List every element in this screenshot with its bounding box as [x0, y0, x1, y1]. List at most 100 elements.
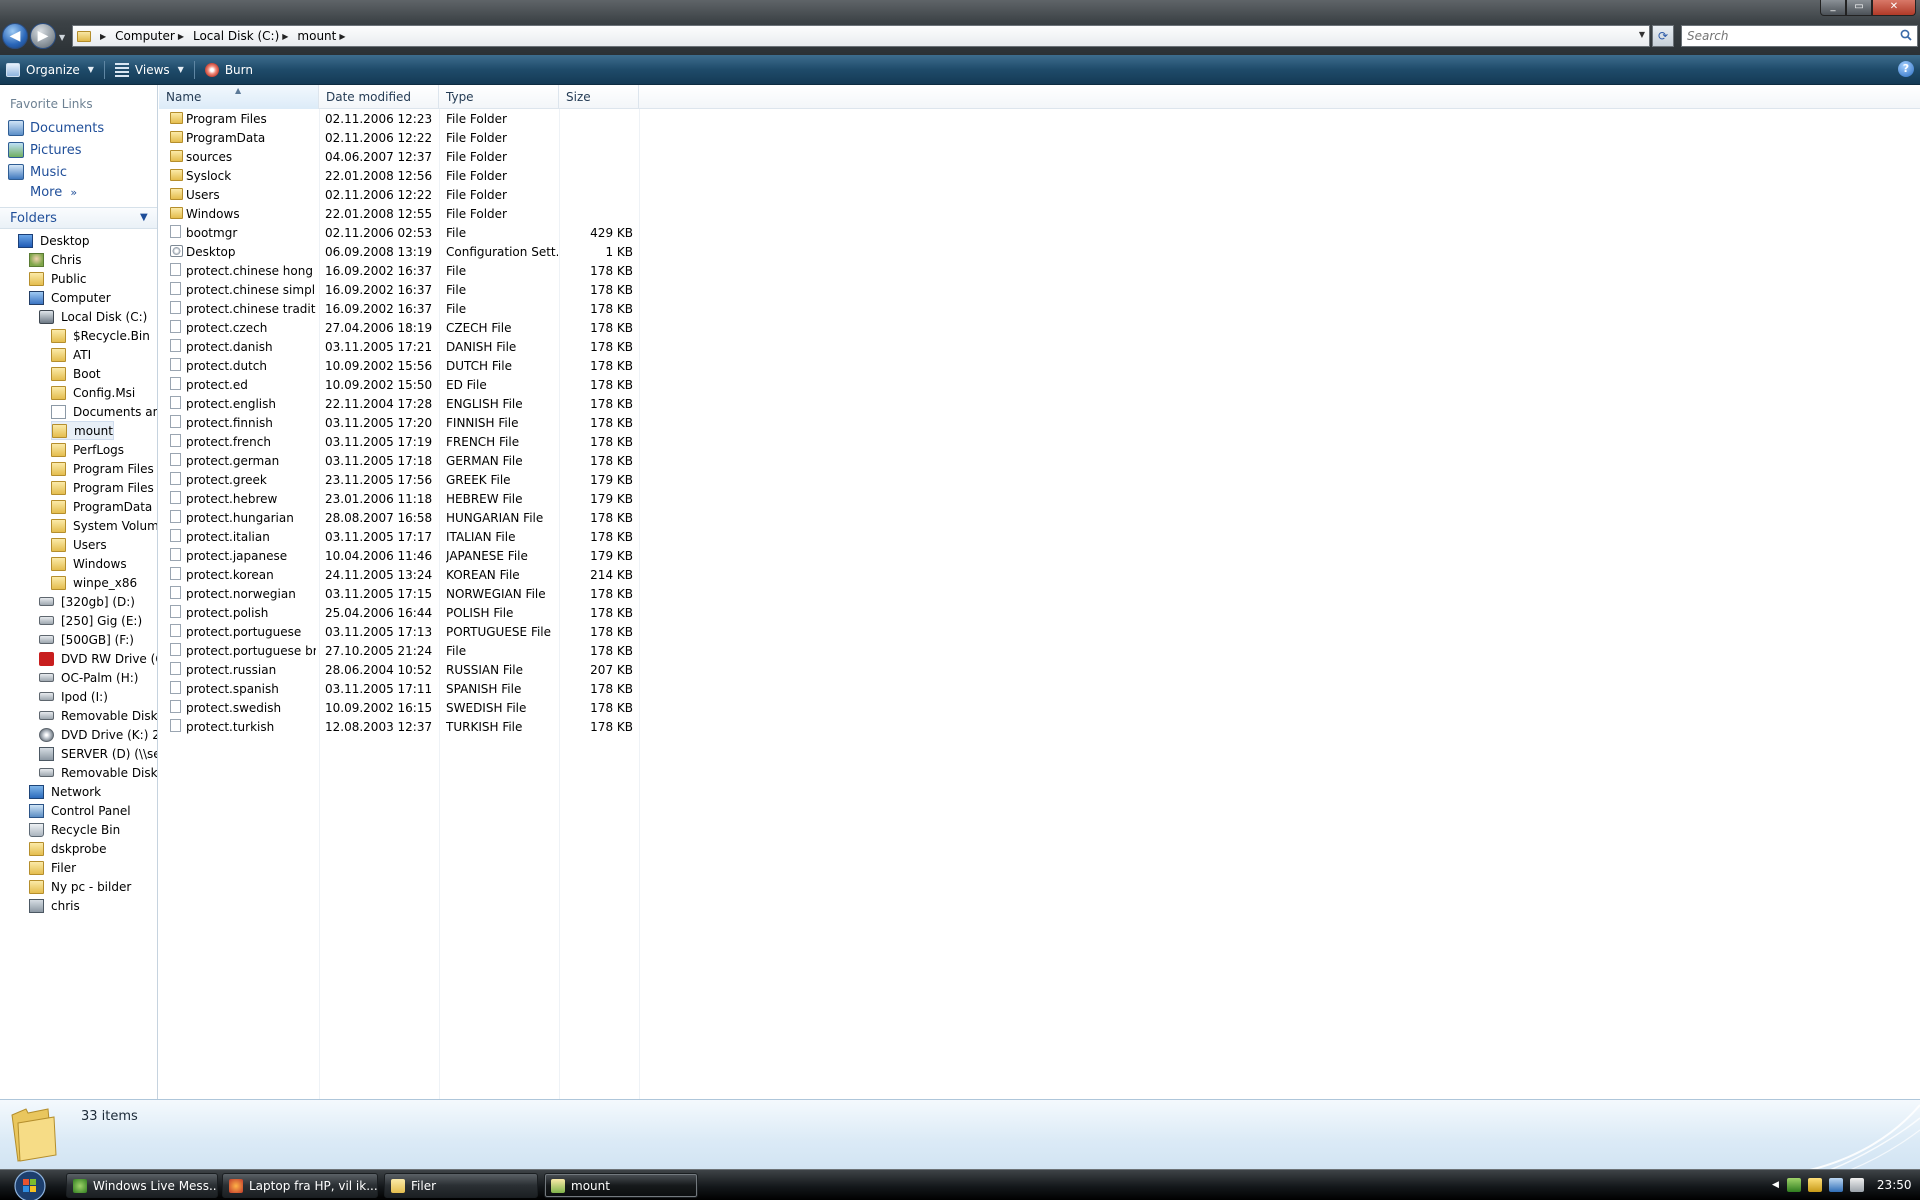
help-button[interactable]: ? — [1898, 61, 1914, 77]
maximize-button[interactable]: ▭ — [1846, 0, 1872, 16]
tree-item[interactable]: Program Files — [51, 459, 154, 478]
tree-item[interactable]: SERVER (D) (\\serv — [39, 744, 157, 763]
tree-item[interactable]: Users — [51, 535, 107, 554]
tree-item[interactable]: Ny pc - bilder — [29, 877, 131, 896]
tree-item[interactable]: Public — [29, 269, 87, 288]
file-row[interactable]: protect.german 03.11.2005 17:18 GERMAN Fil… — [159, 451, 799, 470]
file-row[interactable]: protect.czech 27.04.2006 18:19 CZECH File 1… — [159, 318, 799, 337]
file-row[interactable]: ProgramData 02.11.2006 12:22 File Folder — [159, 128, 799, 147]
column-header-name[interactable]: Name ▲ — [159, 85, 319, 109]
file-row[interactable]: protect.portuguese bra... 27.10.2005 21:2… — [159, 641, 799, 660]
file-row[interactable]: protect.chinese simplif... 16.09.2002 16:… — [159, 280, 799, 299]
power-icon[interactable] — [1807, 1178, 1822, 1192]
file-row[interactable]: protect.portuguese 03.11.2005 17:13 PORTUG… — [159, 622, 799, 641]
tree-item[interactable]: dskprobe — [29, 839, 106, 858]
file-row[interactable]: bootmgr 02.11.2006 02:53 File 429 KB — [159, 223, 799, 242]
column-header-size[interactable]: Size — [559, 85, 639, 109]
file-row[interactable]: protect.turkish 12.08.2003 12:37 TURKISH F… — [159, 717, 799, 736]
breadcrumb-root-arrow[interactable]: ▶ — [97, 32, 115, 41]
taskbar-button[interactable]: Laptop fra HP, vil ik... — [222, 1173, 378, 1198]
tree-item[interactable]: Windows — [51, 554, 127, 573]
tree-item[interactable]: mount — [51, 421, 114, 440]
close-button[interactable]: ✕ — [1872, 0, 1916, 16]
forward-button[interactable]: ▶ — [30, 23, 56, 49]
volume-icon[interactable] — [1849, 1178, 1864, 1192]
file-row[interactable]: sources 04.06.2007 12:37 File Folder — [159, 147, 799, 166]
display-icon[interactable] — [1828, 1178, 1843, 1192]
file-row[interactable]: protect.polish 25.04.2006 16:44 POLISH Fil… — [159, 603, 799, 622]
tree-item[interactable]: chris — [29, 896, 80, 915]
file-row[interactable]: protect.hungarian 28.08.2007 16:58 HUNGARI… — [159, 508, 799, 527]
breadcrumb-computer[interactable]: Computer ▶ — [115, 29, 193, 43]
breadcrumb-mount[interactable]: mount ▶ — [297, 29, 354, 43]
file-row[interactable]: protect.hebrew 23.01.2006 11:18 HEBREW Fil… — [159, 489, 799, 508]
tree-item[interactable]: DVD Drive (K:) 200 — [39, 725, 157, 744]
minimize-button[interactable]: _ — [1820, 0, 1846, 16]
refresh-button[interactable]: ⟳ — [1652, 25, 1674, 47]
taskbar-button[interactable]: Filer — [384, 1173, 538, 1198]
tree-item[interactable]: [500GB] (F:) — [39, 630, 134, 649]
tree-item[interactable]: $Recycle.Bin — [51, 326, 150, 345]
more-links-button[interactable]: More » — [30, 185, 77, 200]
file-row[interactable]: protect.japanese 10.04.2006 11:46 JAPANESE… — [159, 546, 799, 565]
favorite-link-music[interactable]: Music — [8, 163, 67, 181]
file-row[interactable]: protect.finnish 03.11.2005 17:20 FINNISH F… — [159, 413, 799, 432]
file-row[interactable]: protect.greek 23.11.2005 17:56 GREEK File 1… — [159, 470, 799, 489]
tree-item[interactable]: Recycle Bin — [29, 820, 120, 839]
tree-item[interactable]: Ipod (I:) — [39, 687, 108, 706]
file-row[interactable]: protect.dutch 10.09.2002 15:56 DUTCH File 1… — [159, 356, 799, 375]
column-header-type[interactable]: Type — [439, 85, 559, 109]
file-row[interactable]: protect.italian 03.11.2005 17:17 ITALIAN F… — [159, 527, 799, 546]
file-row[interactable]: protect.english 22.11.2004 17:28 ENGLISH F… — [159, 394, 799, 413]
file-row[interactable]: protect.swedish 10.09.2002 16:15 SWEDISH F… — [159, 698, 799, 717]
tree-item[interactable]: System Volume — [51, 516, 157, 535]
network-status-icon[interactable] — [1786, 1178, 1801, 1192]
tree-item[interactable]: Config.Msi — [51, 383, 135, 402]
tree-item[interactable]: Computer — [29, 288, 111, 307]
breadcrumb-local-disk[interactable]: Local Disk (C:) ▶ — [193, 29, 297, 43]
tree-item[interactable]: ATI — [51, 345, 91, 364]
tree-item[interactable]: Removable Disk (J — [39, 706, 157, 725]
file-row[interactable]: protect.danish 03.11.2005 17:21 DANISH Fil… — [159, 337, 799, 356]
tree-item[interactable]: [250] Gig (E:) — [39, 611, 142, 630]
file-row[interactable]: Program Files 02.11.2006 12:23 File Folder — [159, 109, 799, 128]
show-hidden-icons-button[interactable]: ◀ — [1772, 1180, 1779, 1190]
tree-item[interactable]: PerfLogs — [51, 440, 124, 459]
search-input[interactable] — [1682, 26, 1882, 46]
tree-item[interactable]: Program Files (x — [51, 478, 157, 497]
tree-item[interactable]: Desktop — [18, 231, 90, 250]
tree-item[interactable]: DVD RW Drive (G:) — [39, 649, 157, 668]
file-row[interactable]: protect.french 03.11.2005 17:19 FRENCH Fil… — [159, 432, 799, 451]
tree-item[interactable]: Local Disk (C:) — [39, 307, 147, 326]
tree-item[interactable]: winpe_x86 — [51, 573, 137, 592]
burn-button[interactable]: Burn — [199, 58, 259, 82]
file-row[interactable]: protect.norwegian 03.11.2005 17:15 NORWEGI… — [159, 584, 799, 603]
favorite-link-pictures[interactable]: Pictures — [8, 141, 81, 159]
tree-item[interactable]: [320gb] (D:) — [39, 592, 135, 611]
file-row[interactable]: Desktop 06.09.2008 13:19 Configuration Set… — [159, 242, 799, 261]
tree-item[interactable]: Removable Disk (M — [39, 763, 157, 782]
column-header-date-modified[interactable]: Date modified — [319, 85, 439, 109]
favorite-link-documents[interactable]: Documents — [8, 119, 104, 137]
views-button[interactable]: Views ▼ — [109, 58, 190, 82]
start-button[interactable] — [2, 1168, 48, 1200]
file-row[interactable]: Syslock 22.01.2008 12:56 File Folder — [159, 166, 799, 185]
file-row[interactable]: Users 02.11.2006 12:22 File Folder — [159, 185, 799, 204]
clock[interactable]: 23:50 — [1877, 1178, 1912, 1192]
address-bar[interactable]: ▶ Computer ▶ Local Disk (C:) ▶ mount ▶ ▼ — [72, 25, 1650, 47]
taskbar-button[interactable]: mount — [544, 1173, 698, 1198]
tree-item[interactable]: Network — [29, 782, 101, 801]
tree-item[interactable]: Chris — [29, 250, 82, 269]
organize-button[interactable]: Organize ▼ — [0, 58, 100, 82]
recent-pages-dropdown[interactable]: ▼ — [59, 33, 65, 42]
tree-item[interactable]: OC-Palm (H:) — [39, 668, 138, 687]
file-row[interactable]: Windows 22.01.2008 12:55 File Folder — [159, 204, 799, 223]
file-row[interactable]: protect.chinese hong k... 16.09.2002 16:3… — [159, 261, 799, 280]
search-icon[interactable] — [1900, 29, 1912, 41]
tree-item[interactable]: Filer — [29, 858, 76, 877]
taskbar-button[interactable]: Windows Live Mess... — [66, 1173, 218, 1198]
tree-item[interactable]: Documents and — [51, 402, 157, 421]
tree-item[interactable]: Boot — [51, 364, 101, 383]
file-row[interactable]: protect.russian 28.06.2004 10:52 RUSSIAN F… — [159, 660, 799, 679]
tree-item[interactable]: ProgramData — [51, 497, 152, 516]
